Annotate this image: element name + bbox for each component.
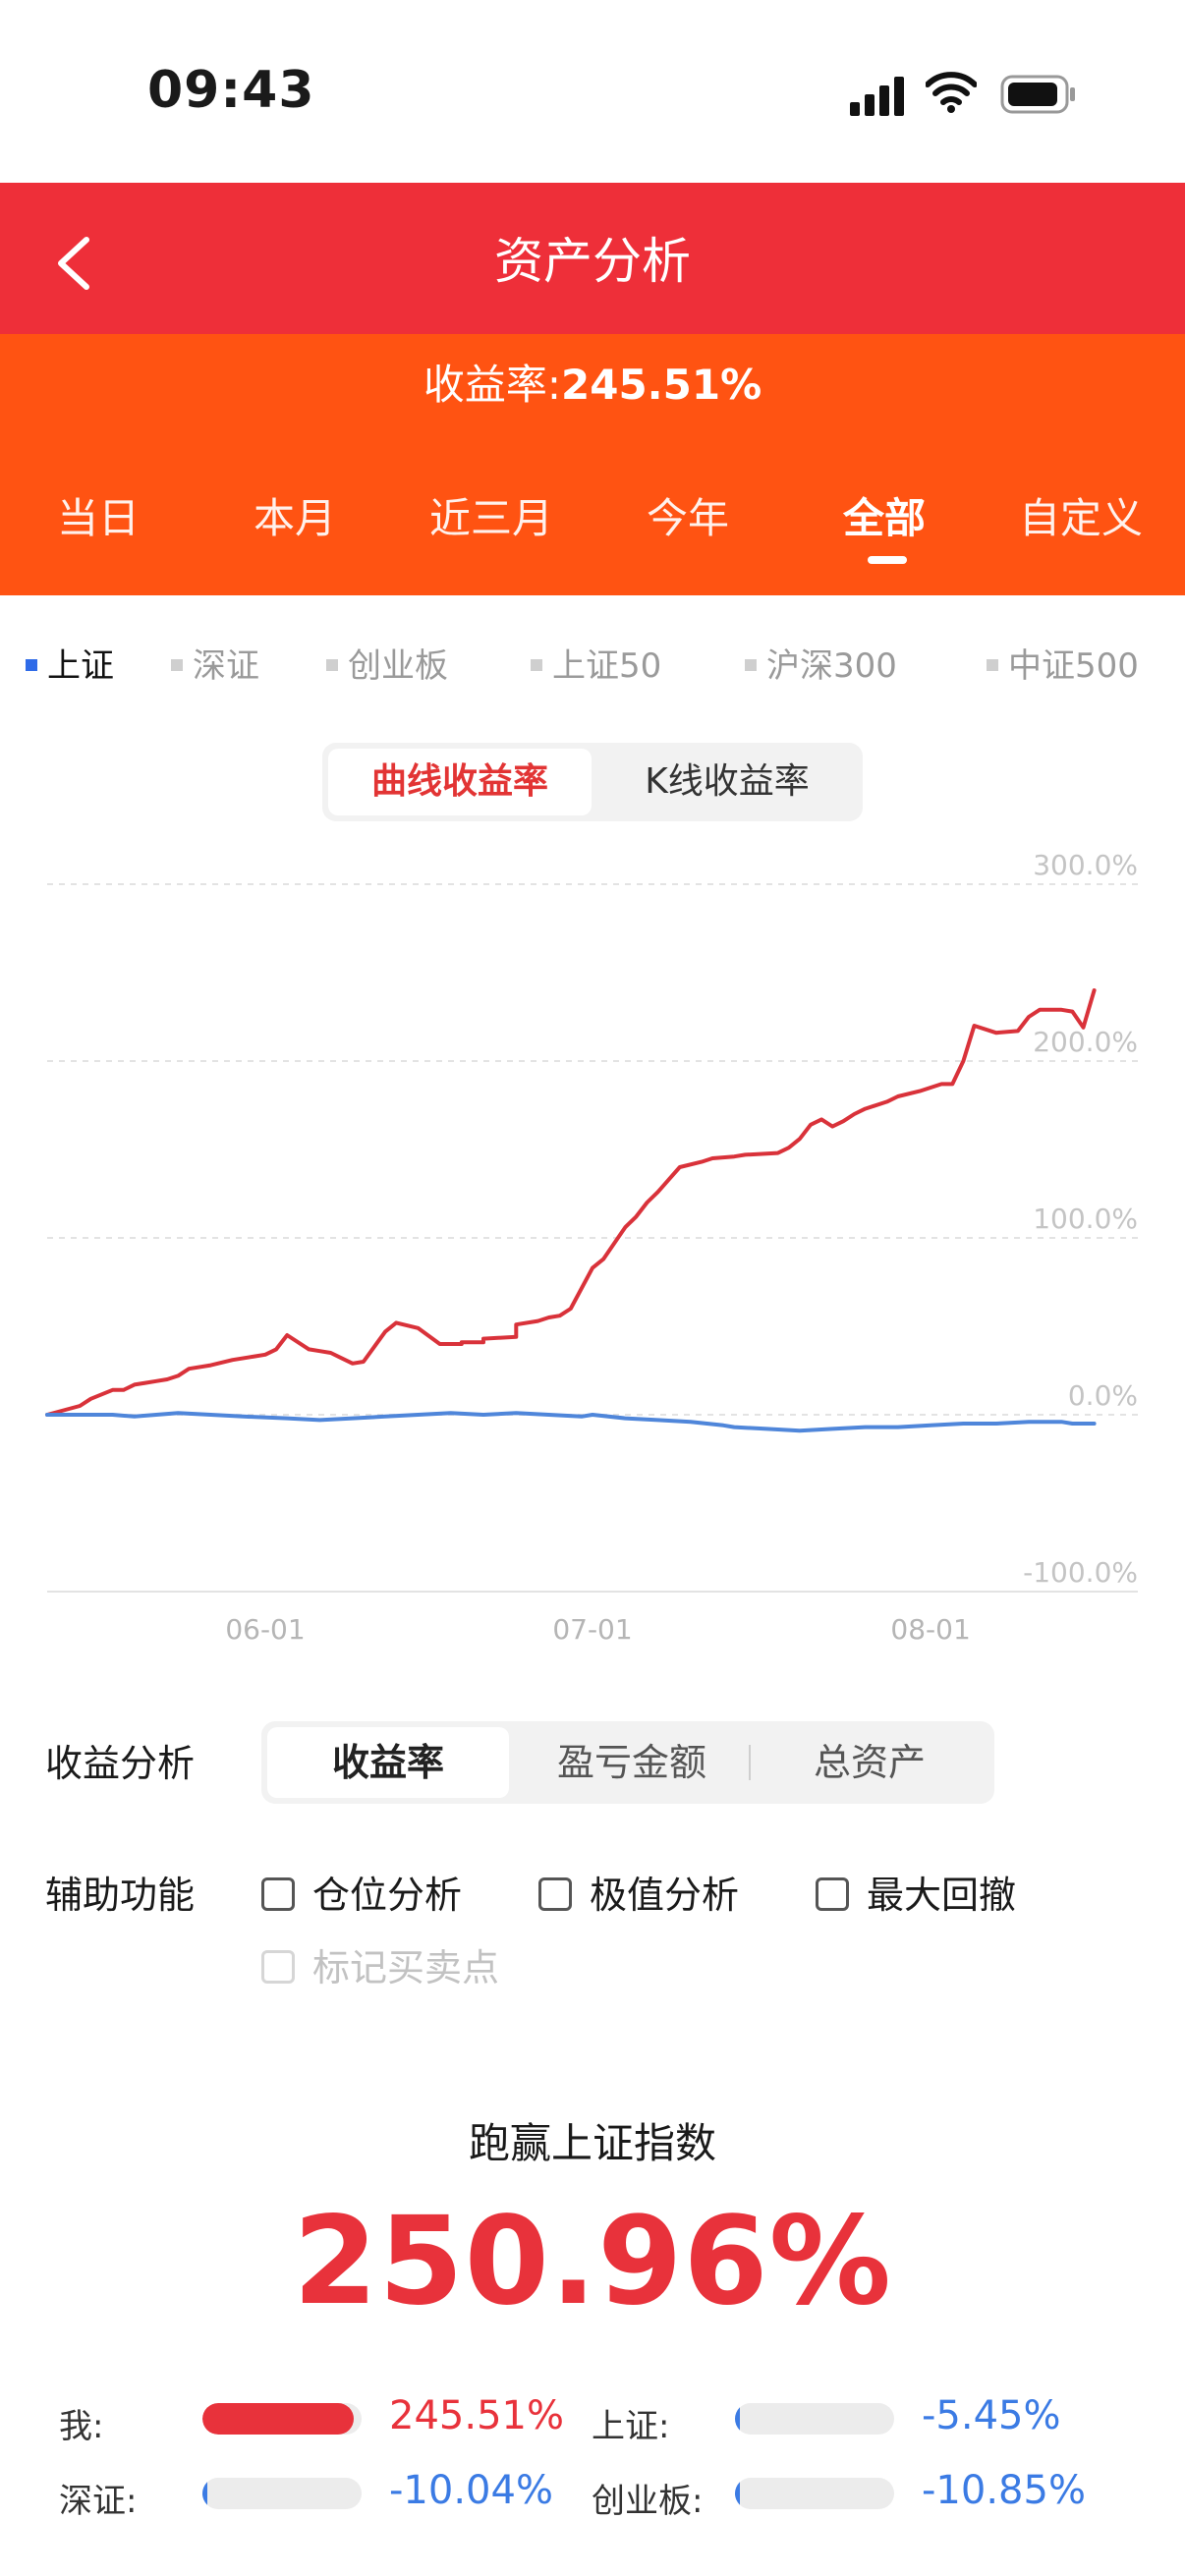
cmp-label-chinext: 创业板: <box>592 2482 704 2521</box>
index-tab-sse50[interactable]: 上证50 <box>531 639 661 687</box>
checkbox-box <box>816 1876 849 1911</box>
cmp-bar-fill <box>735 2478 740 2509</box>
aux-label: 辅助功能 <box>45 1874 196 1917</box>
checkbox-label: 极值分析 <box>590 1874 740 1917</box>
y-tick-label: 100.0% <box>1033 1203 1138 1235</box>
active-tab-indicator <box>868 556 907 564</box>
total-return: 收益率:245.51% <box>0 352 1185 412</box>
max-drawdown-checkbox[interactable]: 最大回撤 <box>816 1865 1016 1919</box>
index-label: 深证 <box>193 646 259 686</box>
index-label: 上证 <box>47 646 114 686</box>
x-tick-label: 06-01 <box>225 1613 305 1646</box>
y-tick-label: 300.0% <box>1033 849 1138 881</box>
analysis-option-total-assets[interactable]: 总资产 <box>751 1727 988 1798</box>
tab-this-year[interactable]: 今年 <box>590 485 786 545</box>
checkbox-label: 标记买卖点 <box>312 1946 500 1989</box>
cmp-bar-shenzhen <box>202 2478 362 2509</box>
cmp-value-shanghai: -5.45% <box>922 2393 1061 2438</box>
checkbox-label: 最大回撤 <box>867 1874 1017 1917</box>
analysis-option-profit-amount[interactable]: 盈亏金额 <box>515 1727 749 1798</box>
checkbox-box <box>538 1876 572 1911</box>
return-label: 收益率: <box>423 361 561 409</box>
cmp-value-shenzhen: -10.04% <box>389 2468 553 2513</box>
tab-custom[interactable]: 自定义 <box>983 485 1179 545</box>
index-marker <box>171 658 183 671</box>
index-marker <box>26 658 37 671</box>
wifi-icon <box>926 72 977 113</box>
index-label: 中证500 <box>1008 646 1139 686</box>
tab-last-three-months[interactable]: 近三月 <box>393 485 590 545</box>
index-marker <box>326 658 338 671</box>
cmp-value-chinext: -10.85% <box>922 2468 1086 2513</box>
checkbox-box <box>261 1876 295 1911</box>
status-time: 09:43 <box>147 61 315 120</box>
index-marker <box>987 658 998 671</box>
cmp-value-me: 245.51% <box>389 2393 564 2438</box>
position-analysis-checkbox[interactable]: 仓位分析 <box>261 1865 462 1919</box>
beat-index-title: 跑赢上证指数 <box>468 2119 716 2167</box>
analysis-label: 收益分析 <box>45 1742 196 1785</box>
y-tick-label: -100.0% <box>1023 1556 1138 1589</box>
checkbox-label: 仓位分析 <box>312 1874 463 1917</box>
series-line-portfolio <box>45 988 1097 1417</box>
analysis-option-return-rate[interactable]: 收益率 <box>267 1727 509 1798</box>
extreme-analysis-checkbox[interactable]: 极值分析 <box>538 1865 739 1919</box>
tab-all[interactable]: 全部 <box>786 485 983 545</box>
cmp-bar-fill <box>202 2478 207 2509</box>
checkbox-box <box>261 1949 295 1984</box>
curve-return-option[interactable]: 曲线收益率 <box>328 749 592 815</box>
index-marker <box>745 658 757 671</box>
tab-this-month[interactable]: 本月 <box>197 485 393 545</box>
cellular-signal-icon <box>850 77 905 116</box>
battery-icon <box>1000 75 1075 114</box>
cmp-label-me: 我: <box>59 2407 104 2446</box>
cmp-bar-fill <box>202 2403 354 2435</box>
cmp-label-shanghai: 上证: <box>592 2407 670 2446</box>
index-tab-csi500[interactable]: 中证500 <box>987 639 1139 687</box>
cmp-bar-chinext <box>735 2478 894 2509</box>
index-label: 上证50 <box>552 646 662 686</box>
cmp-bar-shanghai <box>735 2403 894 2435</box>
return-value: 245.51% <box>561 361 762 409</box>
page-title: 资产分析 <box>494 233 691 290</box>
analysis-toggle: 收益率 盈亏金额 总资产 <box>261 1721 994 1804</box>
index-marker <box>531 658 542 671</box>
chart-type-toggle: 曲线收益率 K线收益率 <box>322 743 863 821</box>
beat-index-value: 250.96% <box>293 2191 892 2332</box>
y-tick-label: 200.0% <box>1033 1026 1138 1058</box>
tab-today[interactable]: 当日 <box>0 485 197 545</box>
cmp-label-shenzhen: 深证: <box>59 2482 138 2521</box>
kline-return-option[interactable]: K线收益率 <box>597 749 857 815</box>
index-tab-chinext[interactable]: 创业板 <box>326 639 448 687</box>
cmp-bar-me <box>202 2403 362 2435</box>
x-tick-label: 07-01 <box>552 1613 632 1646</box>
return-chart: 300.0% 200.0% 100.0% 0.0% -100.0% 06-01 07-01 0… <box>45 849 1138 1646</box>
y-tick-label: 0.0% <box>1068 1379 1138 1412</box>
index-tab-csi300[interactable]: 沪深300 <box>745 639 897 687</box>
cmp-bar-fill <box>735 2403 740 2435</box>
x-tick-label: 08-01 <box>890 1613 970 1646</box>
index-tab-shenzhen[interactable]: 深证 <box>171 639 259 687</box>
index-label: 创业板 <box>348 646 448 686</box>
mark-trades-checkbox[interactable]: 标记买卖点 <box>261 1937 499 1991</box>
index-label: 沪深300 <box>766 646 897 686</box>
index-tab-shanghai[interactable]: 上证 <box>26 639 114 687</box>
